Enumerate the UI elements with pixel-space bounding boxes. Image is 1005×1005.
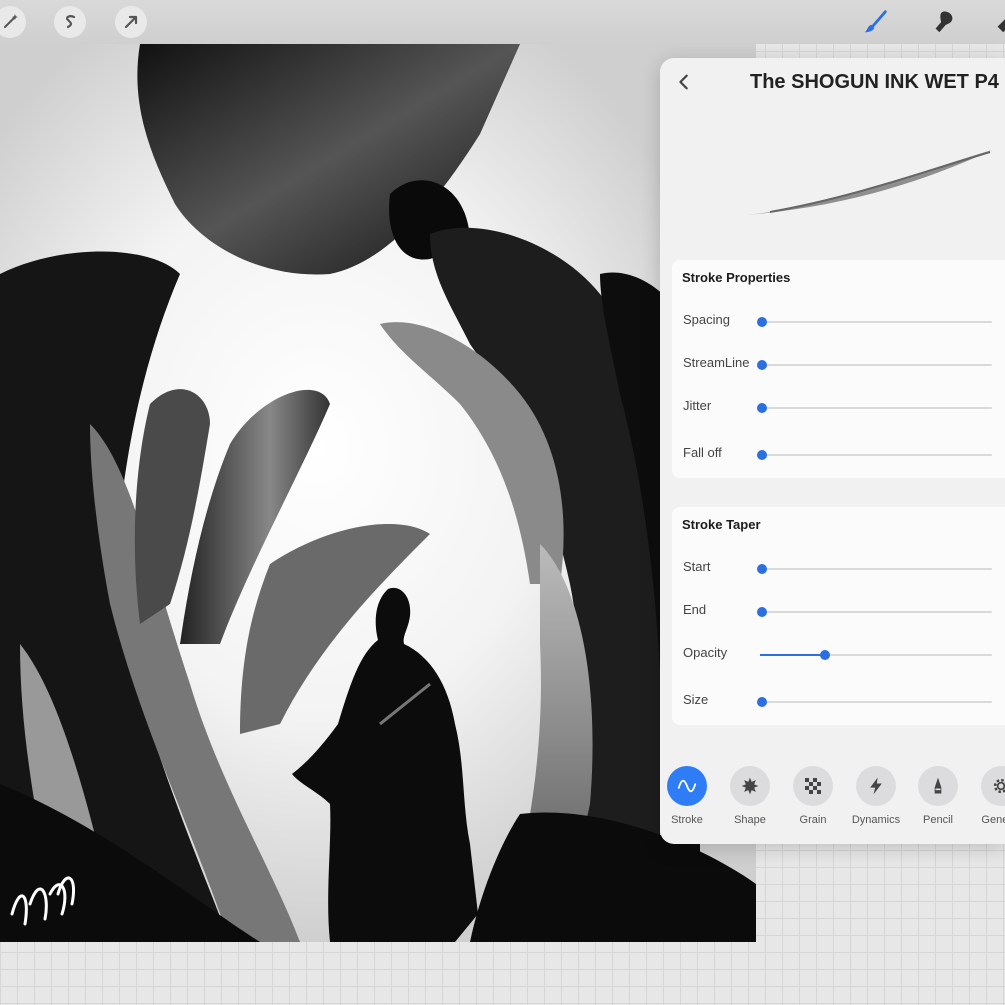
pencil-tip-icon [918, 766, 958, 806]
jitter-slider[interactable] [757, 403, 992, 413]
magic-wand-icon[interactable] [0, 6, 26, 38]
tab-general[interactable]: General [970, 763, 1005, 833]
gear-icon [981, 766, 1005, 806]
spacing-slider[interactable] [757, 317, 992, 327]
taper-opacity-slider[interactable] [760, 650, 992, 660]
tab-dynamics-label: Dynamics [851, 814, 901, 826]
tab-pencil-label: Pencil [923, 814, 953, 826]
tab-stroke[interactable]: Stroke [660, 763, 718, 833]
tab-grain-label: Grain [799, 814, 827, 826]
streamline-label: StreamLine [683, 355, 750, 370]
brush-title: The SHOGUN INK WET P4 [750, 71, 999, 93]
tab-dynamics[interactable]: Dynamics [845, 763, 907, 833]
taper-end-slider-knob[interactable] [757, 607, 767, 617]
taper-size-row: Size [672, 686, 1005, 716]
taper-size-slider-knob[interactable] [757, 697, 767, 707]
taper-end-slider[interactable] [757, 607, 992, 617]
taper-start-slider-knob[interactable] [757, 564, 767, 574]
transform-arrow-icon[interactable] [115, 6, 147, 38]
spacing-row: Spacing [672, 306, 1005, 336]
taper-start-label: Start [683, 559, 711, 574]
smudge-icon[interactable] [928, 6, 960, 38]
ink-artwork [0, 44, 756, 942]
tab-general-label: General [981, 814, 1005, 826]
jitter-slider-knob[interactable] [757, 403, 767, 413]
stroke-taper-group: Stroke Taper Start End Opacity Size [672, 507, 1005, 725]
drawing-canvas[interactable] [0, 44, 756, 942]
jitter-row: Jitter [672, 392, 1005, 422]
taper-size-slider[interactable] [757, 697, 992, 707]
brush-icon[interactable] [860, 6, 892, 38]
taper-end-row: End [672, 596, 1005, 626]
brush-settings-tabs: Stroke Shape Grain Dynamics Pencil Gen [660, 763, 1005, 843]
grain-checker-icon [793, 766, 833, 806]
fall-off-row: Fall off [672, 439, 1005, 469]
brush-stroke-preview [746, 150, 992, 215]
tab-pencil[interactable]: Pencil [907, 763, 969, 833]
fall-off-slider[interactable] [757, 450, 992, 460]
tab-stroke-label: Stroke [671, 814, 703, 826]
stroke-wave-icon [667, 766, 707, 806]
stroke-properties-title: Stroke Properties [682, 270, 791, 285]
streamline-slider[interactable] [757, 360, 992, 370]
spacing-label: Spacing [683, 312, 730, 327]
streamline-slider-knob[interactable] [757, 360, 767, 370]
selection-icon[interactable] [54, 6, 86, 38]
taper-opacity-slider-knob[interactable] [819, 650, 830, 660]
taper-start-row: Start [672, 553, 1005, 583]
top-toolbar [0, 0, 1005, 44]
tab-shape[interactable]: Shape [719, 763, 781, 833]
taper-end-label: End [683, 602, 707, 617]
brush-header: The SHOGUN INK WET P4 [660, 58, 1005, 258]
taper-start-slider[interactable] [757, 564, 992, 574]
tab-shape-label: Shape [734, 814, 766, 826]
fall-off-slider-knob[interactable] [757, 450, 767, 460]
back-chevron-icon[interactable] [670, 68, 698, 96]
streamline-row: StreamLine [672, 349, 1005, 379]
stroke-taper-title: Stroke Taper [682, 517, 761, 532]
eraser-icon[interactable] [990, 6, 1005, 38]
stroke-properties-group: Stroke Properties Spacing StreamLine Jit… [672, 260, 1005, 478]
dynamics-bolt-icon [856, 766, 896, 806]
spacing-slider-knob[interactable] [757, 317, 767, 327]
shape-splat-icon [730, 766, 770, 806]
taper-size-label: Size [683, 692, 709, 707]
tab-grain[interactable]: Grain [782, 763, 844, 833]
taper-opacity-label: Opacity [683, 645, 728, 660]
brush-settings-panel: The SHOGUN INK WET P4 Stroke Properties … [660, 58, 1005, 844]
fall-off-label: Fall off [683, 445, 722, 460]
taper-opacity-row: Opacity [672, 639, 1005, 669]
jitter-label: Jitter [683, 398, 712, 413]
